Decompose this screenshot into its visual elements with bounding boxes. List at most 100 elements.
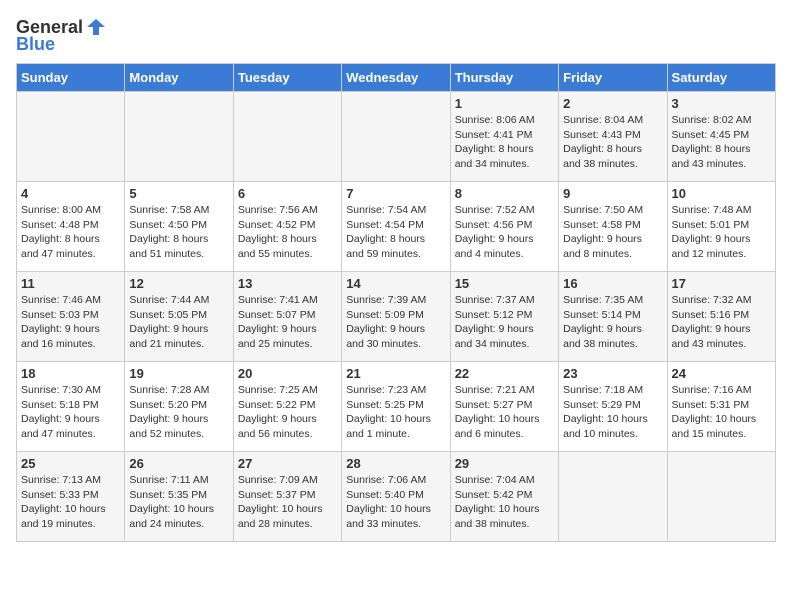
- day-info: Sunrise: 7:25 AM Sunset: 5:22 PM Dayligh…: [238, 383, 337, 442]
- day-info: Sunrise: 7:21 AM Sunset: 5:27 PM Dayligh…: [455, 383, 554, 442]
- day-number: 26: [129, 456, 228, 471]
- calendar-cell: 12 Sunrise: 7:44 AM Sunset: 5:05 PM Dayli…: [125, 272, 233, 362]
- day-info: Sunrise: 7:09 AM Sunset: 5:37 PM Dayligh…: [238, 473, 337, 532]
- column-header-sunday: Sunday: [17, 64, 125, 92]
- day-info: Sunrise: 8:02 AM Sunset: 4:45 PM Dayligh…: [672, 113, 771, 172]
- day-number: 13: [238, 276, 337, 291]
- calendar-cell: 4 Sunrise: 8:00 AM Sunset: 4:48 PM Daylig…: [17, 182, 125, 272]
- calendar-cell: 6 Sunrise: 7:56 AM Sunset: 4:52 PM Daylig…: [233, 182, 341, 272]
- calendar-cell: 22 Sunrise: 7:21 AM Sunset: 5:27 PM Dayli…: [450, 362, 558, 452]
- logo-bird-icon: [85, 16, 107, 38]
- calendar-cell: 16 Sunrise: 7:35 AM Sunset: 5:14 PM Dayli…: [559, 272, 667, 362]
- calendar-cell: 24 Sunrise: 7:16 AM Sunset: 5:31 PM Dayli…: [667, 362, 775, 452]
- day-info: Sunrise: 7:48 AM Sunset: 5:01 PM Dayligh…: [672, 203, 771, 262]
- calendar-cell: 9 Sunrise: 7:50 AM Sunset: 4:58 PM Daylig…: [559, 182, 667, 272]
- day-number: 9: [563, 186, 662, 201]
- calendar-cell: 8 Sunrise: 7:52 AM Sunset: 4:56 PM Daylig…: [450, 182, 558, 272]
- day-info: Sunrise: 7:39 AM Sunset: 5:09 PM Dayligh…: [346, 293, 445, 352]
- calendar-cell: 3 Sunrise: 8:02 AM Sunset: 4:45 PM Daylig…: [667, 92, 775, 182]
- day-info: Sunrise: 7:13 AM Sunset: 5:33 PM Dayligh…: [21, 473, 120, 532]
- day-info: Sunrise: 7:50 AM Sunset: 4:58 PM Dayligh…: [563, 203, 662, 262]
- calendar-cell: 10 Sunrise: 7:48 AM Sunset: 5:01 PM Dayli…: [667, 182, 775, 272]
- calendar-cell: [233, 92, 341, 182]
- day-number: 11: [21, 276, 120, 291]
- day-info: Sunrise: 7:06 AM Sunset: 5:40 PM Dayligh…: [346, 473, 445, 532]
- calendar-cell: 23 Sunrise: 7:18 AM Sunset: 5:29 PM Dayli…: [559, 362, 667, 452]
- calendar-cell: 2 Sunrise: 8:04 AM Sunset: 4:43 PM Daylig…: [559, 92, 667, 182]
- day-number: 7: [346, 186, 445, 201]
- day-number: 6: [238, 186, 337, 201]
- day-number: 23: [563, 366, 662, 381]
- logo-blue: Blue: [16, 34, 55, 55]
- calendar-cell: 13 Sunrise: 7:41 AM Sunset: 5:07 PM Dayli…: [233, 272, 341, 362]
- day-number: 14: [346, 276, 445, 291]
- day-info: Sunrise: 8:06 AM Sunset: 4:41 PM Dayligh…: [455, 113, 554, 172]
- calendar-cell: 20 Sunrise: 7:25 AM Sunset: 5:22 PM Dayli…: [233, 362, 341, 452]
- page-header: General Blue: [16, 16, 776, 55]
- day-number: 22: [455, 366, 554, 381]
- calendar-cell: [559, 452, 667, 542]
- day-number: 15: [455, 276, 554, 291]
- day-number: 28: [346, 456, 445, 471]
- day-info: Sunrise: 7:30 AM Sunset: 5:18 PM Dayligh…: [21, 383, 120, 442]
- day-number: 20: [238, 366, 337, 381]
- calendar-cell: 28 Sunrise: 7:06 AM Sunset: 5:40 PM Dayli…: [342, 452, 450, 542]
- day-info: Sunrise: 7:37 AM Sunset: 5:12 PM Dayligh…: [455, 293, 554, 352]
- calendar-cell: 29Sunrise: 7:04 AM Sunset: 5:42 PM Dayli…: [450, 452, 558, 542]
- calendar-cell: 18 Sunrise: 7:30 AM Sunset: 5:18 PM Dayli…: [17, 362, 125, 452]
- calendar-cell: 21 Sunrise: 7:23 AM Sunset: 5:25 PM Dayli…: [342, 362, 450, 452]
- day-number: 19: [129, 366, 228, 381]
- calendar-cell: 15 Sunrise: 7:37 AM Sunset: 5:12 PM Dayli…: [450, 272, 558, 362]
- day-number: 2: [563, 96, 662, 111]
- day-number: 17: [672, 276, 771, 291]
- calendar-cell: 27 Sunrise: 7:09 AM Sunset: 5:37 PM Dayli…: [233, 452, 341, 542]
- day-info: Sunrise: 7:58 AM Sunset: 4:50 PM Dayligh…: [129, 203, 228, 262]
- calendar-cell: [342, 92, 450, 182]
- day-info: Sunrise: 7:18 AM Sunset: 5:29 PM Dayligh…: [563, 383, 662, 442]
- column-header-saturday: Saturday: [667, 64, 775, 92]
- calendar-cell: 19Sunrise: 7:28 AM Sunset: 5:20 PM Dayli…: [125, 362, 233, 452]
- calendar-cell: [17, 92, 125, 182]
- day-number: 24: [672, 366, 771, 381]
- day-number: 16: [563, 276, 662, 291]
- day-number: 1: [455, 96, 554, 111]
- day-number: 25: [21, 456, 120, 471]
- calendar-cell: 7Sunrise: 7:54 AM Sunset: 4:54 PM Daylig…: [342, 182, 450, 272]
- day-info: Sunrise: 7:41 AM Sunset: 5:07 PM Dayligh…: [238, 293, 337, 352]
- calendar-cell: [125, 92, 233, 182]
- day-info: Sunrise: 7:23 AM Sunset: 5:25 PM Dayligh…: [346, 383, 445, 442]
- day-info: Sunrise: 7:16 AM Sunset: 5:31 PM Dayligh…: [672, 383, 771, 442]
- column-header-monday: Monday: [125, 64, 233, 92]
- logo-container: General Blue: [16, 16, 107, 55]
- column-header-tuesday: Tuesday: [233, 64, 341, 92]
- column-header-thursday: Thursday: [450, 64, 558, 92]
- calendar-cell: 11 Sunrise: 7:46 AM Sunset: 5:03 PM Dayli…: [17, 272, 125, 362]
- day-info: Sunrise: 8:04 AM Sunset: 4:43 PM Dayligh…: [563, 113, 662, 172]
- day-number: 5: [129, 186, 228, 201]
- column-header-friday: Friday: [559, 64, 667, 92]
- day-info: Sunrise: 7:32 AM Sunset: 5:16 PM Dayligh…: [672, 293, 771, 352]
- day-info: Sunrise: 7:46 AM Sunset: 5:03 PM Dayligh…: [21, 293, 120, 352]
- calendar-cell: 1 Sunrise: 8:06 AM Sunset: 4:41 PM Daylig…: [450, 92, 558, 182]
- day-info: Sunrise: 8:00 AM Sunset: 4:48 PM Dayligh…: [21, 203, 120, 262]
- day-number: 3: [672, 96, 771, 111]
- day-info: Sunrise: 7:56 AM Sunset: 4:52 PM Dayligh…: [238, 203, 337, 262]
- day-number: 8: [455, 186, 554, 201]
- day-info: Sunrise: 7:35 AM Sunset: 5:14 PM Dayligh…: [563, 293, 662, 352]
- day-number: 27: [238, 456, 337, 471]
- calendar-cell: 25 Sunrise: 7:13 AM Sunset: 5:33 PM Dayli…: [17, 452, 125, 542]
- column-header-wednesday: Wednesday: [342, 64, 450, 92]
- calendar-cell: 14 Sunrise: 7:39 AM Sunset: 5:09 PM Dayli…: [342, 272, 450, 362]
- calendar-cell: [667, 452, 775, 542]
- calendar-table: SundayMondayTuesdayWednesdayThursdayFrid…: [16, 63, 776, 542]
- calendar-cell: 17 Sunrise: 7:32 AM Sunset: 5:16 PM Dayli…: [667, 272, 775, 362]
- logo: General Blue: [16, 16, 107, 55]
- day-info: Sunrise: 7:44 AM Sunset: 5:05 PM Dayligh…: [129, 293, 228, 352]
- day-info: Sunrise: 7:52 AM Sunset: 4:56 PM Dayligh…: [455, 203, 554, 262]
- day-number: 12: [129, 276, 228, 291]
- day-number: 10: [672, 186, 771, 201]
- day-info: Sunrise: 7:04 AM Sunset: 5:42 PM Dayligh…: [455, 473, 554, 532]
- day-number: 18: [21, 366, 120, 381]
- day-number: 4: [21, 186, 120, 201]
- day-number: 21: [346, 366, 445, 381]
